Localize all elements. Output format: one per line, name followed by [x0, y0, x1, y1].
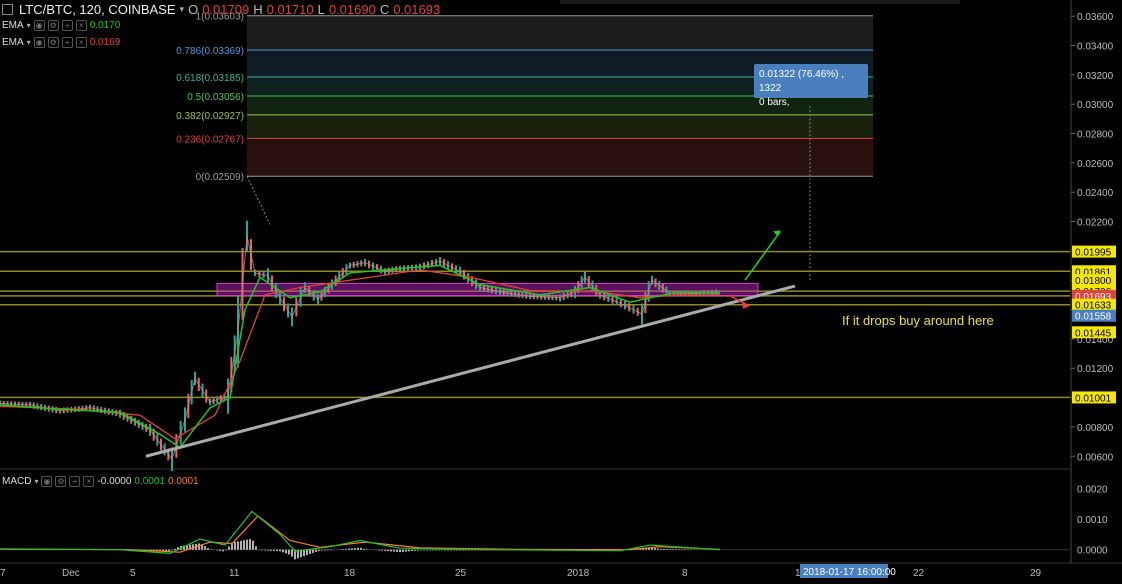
chevron-down-icon[interactable]: ▾	[27, 38, 31, 47]
low-value: 0.01690	[328, 1, 376, 17]
fib-level-label: 0.5(0.03056)	[187, 92, 244, 103]
high-key: H	[253, 1, 263, 17]
macd-signal-value: 0.0001	[134, 476, 165, 487]
price-axis-label: 0.02800	[1077, 130, 1114, 141]
measure-tooltip: 0.01322 (76.46%) , 1322 0 bars,	[754, 64, 868, 108]
time-axis-label: 8	[682, 568, 688, 579]
settings-icon[interactable]: ⚙	[47, 20, 59, 31]
fib-level-label: 0.786(0.03369)	[176, 46, 244, 57]
measure-line-2: 0 bars,	[759, 97, 790, 108]
time-axis-label: 18	[344, 568, 356, 579]
price-axis-label: 0.00600	[1077, 452, 1114, 463]
measure-line	[246, 175, 271, 225]
macd-axis-label: 0.0000	[1077, 546, 1108, 557]
chevron-down-icon[interactable]: ▾	[180, 4, 185, 15]
open-value: 0.01709	[202, 1, 250, 17]
price-axis-label: 0.03200	[1077, 71, 1114, 82]
green-arrow	[744, 231, 781, 281]
add-icon[interactable]: +	[61, 37, 73, 48]
chevron-down-icon[interactable]: ▾	[34, 477, 38, 486]
macd-hist-value: 0.0001	[167, 476, 199, 487]
chart-header: LTC/BTC, 120, COINBASE ▾ O 0.01709 H 0.017…	[2, 1, 440, 17]
price-axis-label: 0.03400	[1077, 41, 1114, 52]
price-axis-label: 0.01200	[1077, 364, 1114, 375]
open-key: O	[188, 1, 199, 17]
macd-value: -0.0000	[97, 476, 132, 487]
price-axis-label: 0.03600	[1077, 12, 1114, 23]
macd-indicator[interactable]: MACD ▾ ◉ ⚙ + × -0.0000 0.0001 0.0001	[2, 476, 199, 487]
visibility-icon[interactable]: ◉	[33, 20, 45, 31]
time-badge-label: 2018-01-17 16:00:00	[803, 567, 896, 578]
fib-zone	[247, 114, 873, 139]
price-axis-label: 0.00800	[1077, 423, 1114, 434]
indicator-name: EMA	[2, 20, 24, 31]
add-icon[interactable]: +	[61, 20, 73, 31]
close-icon[interactable]: ×	[75, 37, 87, 48]
fib-level-label: 0.618(0.03185)	[176, 73, 244, 84]
time-axis-label: 22	[913, 568, 925, 579]
indicator-name: MACD	[2, 476, 32, 487]
price-axis-label: 0.02600	[1077, 159, 1114, 170]
settings-icon[interactable]: ⚙	[55, 476, 67, 487]
annotation-text[interactable]: If it drops buy around here	[842, 313, 994, 328]
add-icon[interactable]: +	[69, 476, 81, 487]
close-icon[interactable]: ×	[75, 20, 87, 31]
indicator-value: 0.0170	[89, 20, 121, 31]
fib-level-label: 0(0.02509)	[196, 172, 244, 183]
ema-indicator-2[interactable]: EMA ▾ ◉ ⚙ + × 0.0169	[2, 37, 120, 48]
macd-signal-line	[0, 515, 721, 553]
time-axis-label: 29	[1030, 568, 1042, 579]
time-axis-label: 7	[0, 568, 6, 579]
visibility-icon[interactable]: ◉	[41, 476, 53, 487]
top-toolbar-stub	[560, 0, 960, 4]
price-badge-label: 0.01001	[1075, 393, 1112, 404]
close-icon[interactable]: ×	[83, 476, 95, 487]
settings-icon[interactable]: ⚙	[47, 37, 59, 48]
ema-indicator-1[interactable]: EMA ▾ ◉ ⚙ + × 0.0170	[2, 20, 120, 31]
visibility-icon[interactable]: ◉	[33, 37, 45, 48]
fib-level-label: 0.236(0.02767)	[176, 134, 244, 145]
collapse-icon[interactable]	[2, 3, 13, 15]
macd-axis-label: 0.0020	[1077, 484, 1108, 495]
price-badge-label: 0.01558	[1075, 312, 1112, 323]
price-badge-label: 0.01445	[1075, 328, 1112, 339]
fib-zone	[247, 138, 873, 177]
close-value: 0.01693	[393, 1, 441, 17]
time-axis-label: 11	[229, 568, 240, 579]
price-badge-label: 0.01995	[1075, 248, 1112, 259]
time-axis-label: Dec	[62, 568, 80, 579]
fib-zone	[247, 15, 873, 51]
indicator-value: 0.0169	[89, 37, 121, 48]
time-axis-label: 25	[455, 568, 467, 579]
macd-axis-label: 0.0010	[1077, 515, 1108, 526]
low-key: L	[317, 1, 325, 17]
time-axis-label: 2018	[567, 568, 590, 579]
fib-level-label: 0.382(0.02927)	[176, 111, 244, 122]
chart-svg[interactable]: 1(0.03603)0.786(0.03369)0.618(0.03185)0.…	[0, 0, 1122, 584]
price-axis-label: 0.02400	[1077, 188, 1114, 199]
measure-line-1: 0.01322 (76.46%) , 1322	[759, 69, 845, 94]
symbol-label[interactable]: LTC/BTC, 120, COINBASE	[19, 2, 176, 17]
price-axis-label: 0.03000	[1077, 100, 1114, 111]
high-value: 0.01710	[266, 1, 314, 17]
price-axis-label: 0.02200	[1077, 218, 1114, 229]
time-axis-label: 5	[130, 568, 136, 579]
price-line	[0, 236, 721, 461]
macd-line	[0, 510, 721, 555]
chevron-down-icon[interactable]: ▾	[27, 21, 31, 30]
close-key: C	[379, 1, 390, 17]
indicator-name: EMA	[2, 37, 24, 48]
